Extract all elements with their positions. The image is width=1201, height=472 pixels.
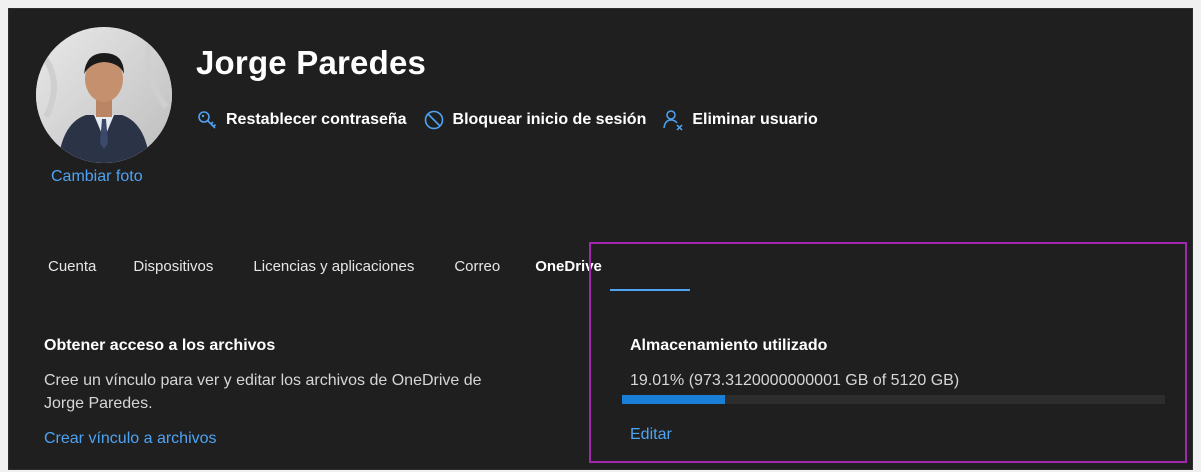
files-access-description-line2: Jorge Paredes.: [44, 395, 153, 412]
storage-progress-bar: [622, 395, 1165, 404]
tab-mail[interactable]: Correo: [454, 258, 500, 275]
block-sign-in-label: Bloquear inicio de sesión: [452, 111, 647, 128]
tab-account[interactable]: Cuenta: [48, 258, 96, 275]
block-icon: [423, 109, 445, 131]
tab-licenses-apps[interactable]: Licencias y aplicaciones: [253, 258, 414, 275]
change-photo-link[interactable]: Cambiar foto: [51, 168, 143, 186]
key-icon: [196, 109, 218, 131]
files-access-title: Obtener acceso a los archivos: [44, 337, 276, 354]
tab-devices[interactable]: Dispositivos: [133, 258, 213, 275]
avatar: [36, 27, 172, 163]
create-files-link[interactable]: Crear vínculo a archivos: [44, 430, 217, 448]
user-tabs: Cuenta Dispositivos Licencias y aplicaci…: [36, 253, 602, 279]
delete-user-button[interactable]: Eliminar usuario: [662, 109, 818, 131]
active-tab-indicator: [610, 289, 690, 291]
storage-progress-fill: [622, 395, 726, 404]
remove-user-icon: [662, 109, 684, 131]
files-access-description-line1: Cree un vínculo para ver y editar los ar…: [44, 372, 482, 389]
user-actions: Restablecer contraseña Bloquear inicio d…: [196, 109, 834, 131]
reset-password-label: Restablecer contraseña: [226, 111, 407, 128]
reset-password-button[interactable]: Restablecer contraseña: [196, 109, 407, 131]
delete-user-label: Eliminar usuario: [692, 111, 818, 128]
storage-usage-text: 19.01% (973.3120000000001 GB of 5120 GB): [630, 372, 960, 389]
storage-title: Almacenamiento utilizado: [630, 337, 828, 354]
user-name: Jorge Paredes: [196, 44, 427, 81]
block-sign-in-button[interactable]: Bloquear inicio de sesión: [423, 109, 647, 131]
edit-storage-link[interactable]: Editar: [630, 426, 672, 444]
tab-onedrive[interactable]: OneDrive: [535, 258, 602, 275]
